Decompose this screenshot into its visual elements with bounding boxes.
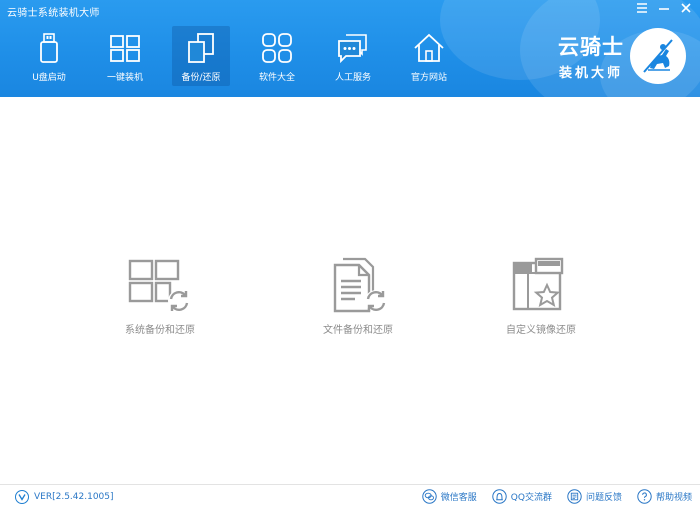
usb-drive-icon (40, 33, 58, 63)
file-backup-restore-button[interactable]: 文件备份和还原 (293, 257, 423, 336)
footer-links: 微信客服 QQ交流群 问题反馈 帮助视频 (407, 489, 692, 504)
window-controls (634, 2, 694, 16)
minimize-icon[interactable] (656, 2, 672, 16)
custom-image-restore-icon (512, 257, 564, 311)
footer-bar: VER[2.5.42.1005] 微信客服 QQ交流群 问题反馈 帮助视频 (0, 484, 700, 507)
link-label: 问题反馈 (585, 493, 622, 503)
nav-one-click-install[interactable]: 一键装机 (96, 26, 154, 86)
nav-official-site[interactable]: 官方网站 (400, 26, 458, 86)
brand: 云骑士 装机大师 (558, 28, 686, 84)
feedback-link[interactable]: 问题反馈 (567, 489, 622, 504)
windows-icon (110, 35, 140, 62)
nav-label: U盘启动 (32, 73, 66, 83)
home-icon (414, 33, 444, 62)
menu-icon[interactable] (634, 2, 650, 16)
app-window: 云骑士系统装机大师 U盘启动 一键装机 备份/还原 软件大全 人工服务 官方网站… (0, 0, 700, 507)
nav-manual-service[interactable]: 人工服务 (324, 26, 382, 86)
close-icon[interactable] (678, 2, 694, 16)
version-text: VER[2.5.42.1005] (34, 492, 114, 502)
system-backup-icon (128, 259, 190, 312)
system-backup-restore-button[interactable]: 系统备份和还原 (95, 257, 225, 336)
brand-tagline: 装机大师 (558, 66, 623, 81)
nav-label: 官方网站 (410, 73, 447, 83)
nav-backup-restore[interactable]: 备份/还原 (172, 26, 230, 86)
qq-group-link[interactable]: QQ交流群 (492, 489, 552, 504)
version-info: VER[2.5.42.1005] (15, 490, 114, 504)
qq-group-icon (492, 489, 507, 504)
nav-label: 备份/还原 (181, 73, 221, 83)
brand-text: 云骑士 装机大师 (558, 31, 624, 81)
feature-label: 系统备份和还原 (125, 325, 195, 336)
file-backup-icon (333, 257, 387, 313)
nav-label: 人工服务 (334, 73, 371, 83)
wechat-service-link[interactable]: 微信客服 (422, 489, 477, 504)
link-label: 微信客服 (440, 493, 477, 503)
wechat-icon (422, 489, 437, 504)
window-title: 云骑士系统装机大师 (7, 8, 100, 19)
nav-usb-boot[interactable]: U盘启动 (20, 26, 78, 86)
header-bar: 云骑士系统装机大师 U盘启动 一键装机 备份/还原 软件大全 人工服务 官方网站… (0, 0, 700, 97)
brand-name: 云骑士 (558, 34, 624, 59)
main-panel: 系统备份和还原 文件备份和还原 自定义镜像还原 (0, 97, 700, 483)
feedback-icon (567, 489, 582, 504)
backup-restore-icon (188, 33, 214, 63)
link-label: 帮助视频 (655, 493, 692, 503)
custom-image-restore-button[interactable]: 自定义镜像还原 (476, 257, 606, 336)
link-label: QQ交流群 (510, 493, 552, 503)
nav-label: 软件大全 (258, 73, 295, 83)
version-icon (15, 490, 29, 504)
feature-label: 文件备份和还原 (323, 325, 393, 336)
knight-logo-icon (630, 28, 686, 84)
help-icon (637, 489, 652, 504)
nav-software[interactable]: 软件大全 (248, 26, 306, 86)
apps-grid-icon (262, 33, 292, 63)
help-video-link[interactable]: 帮助视频 (637, 489, 692, 504)
chat-icon (338, 34, 367, 64)
feature-label: 自定义镜像还原 (506, 325, 576, 336)
nav-label: 一键装机 (106, 73, 143, 83)
main-nav: U盘启动 一键装机 备份/还原 软件大全 人工服务 官方网站 (20, 26, 476, 86)
